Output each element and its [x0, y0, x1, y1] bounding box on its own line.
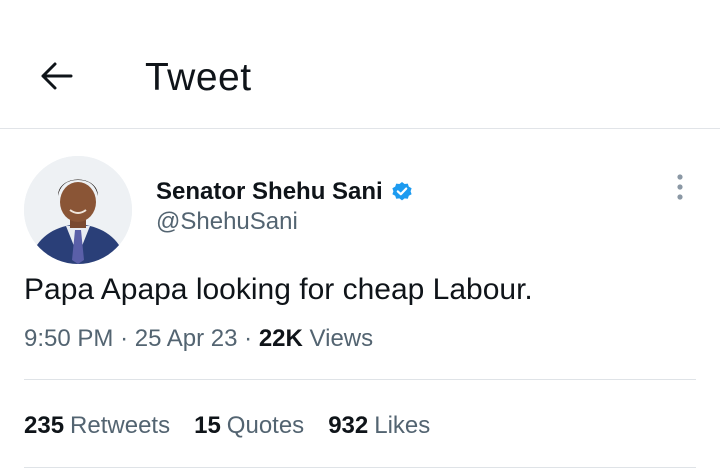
back-button[interactable] [36, 56, 76, 96]
author-name-row[interactable]: Senator Shehu Sani [156, 178, 413, 206]
likes-stat[interactable]: 932 Likes [328, 410, 430, 442]
more-vertical-icon [677, 174, 683, 200]
more-options-button[interactable] [664, 170, 696, 204]
quotes-stat[interactable]: 15 Quotes [194, 410, 304, 442]
tweet-meta: 9:50 PM · 25 Apr 23 · 22K Views [24, 323, 373, 355]
tweet-date[interactable]: 25 Apr 23 [135, 325, 238, 352]
tweet-stats: 235 Retweets 15 Quotes 932 Likes [24, 410, 430, 442]
profile-photo [24, 156, 132, 264]
author-handle[interactable]: @ShehuSani [156, 208, 298, 236]
likes-count: 932 [328, 412, 369, 439]
author-name: Senator Shehu Sani [156, 178, 383, 205]
quotes-count: 15 [194, 412, 221, 439]
avatar[interactable] [24, 156, 132, 264]
meta-separator: · [244, 325, 253, 352]
views-label: Views [309, 325, 374, 352]
quotes-label: Quotes [226, 412, 305, 439]
divider [24, 467, 696, 468]
likes-label: Likes [374, 412, 431, 439]
meta-separator: · [120, 325, 129, 352]
verified-badge-icon [392, 182, 412, 201]
retweets-count: 235 [24, 412, 65, 439]
arrow-left-icon [41, 62, 73, 90]
retweets-stat[interactable]: 235 Retweets [24, 410, 170, 442]
top-bar: Tweet [0, 0, 720, 129]
divider [24, 379, 696, 380]
views-count: 22K [258, 325, 303, 352]
tweet-text: Papa Apapa looking for cheap Labour. [24, 273, 533, 306]
retweets-label: Retweets [70, 412, 171, 439]
page-title: Tweet [145, 56, 252, 99]
tweet-time[interactable]: 9:50 PM [24, 325, 113, 352]
